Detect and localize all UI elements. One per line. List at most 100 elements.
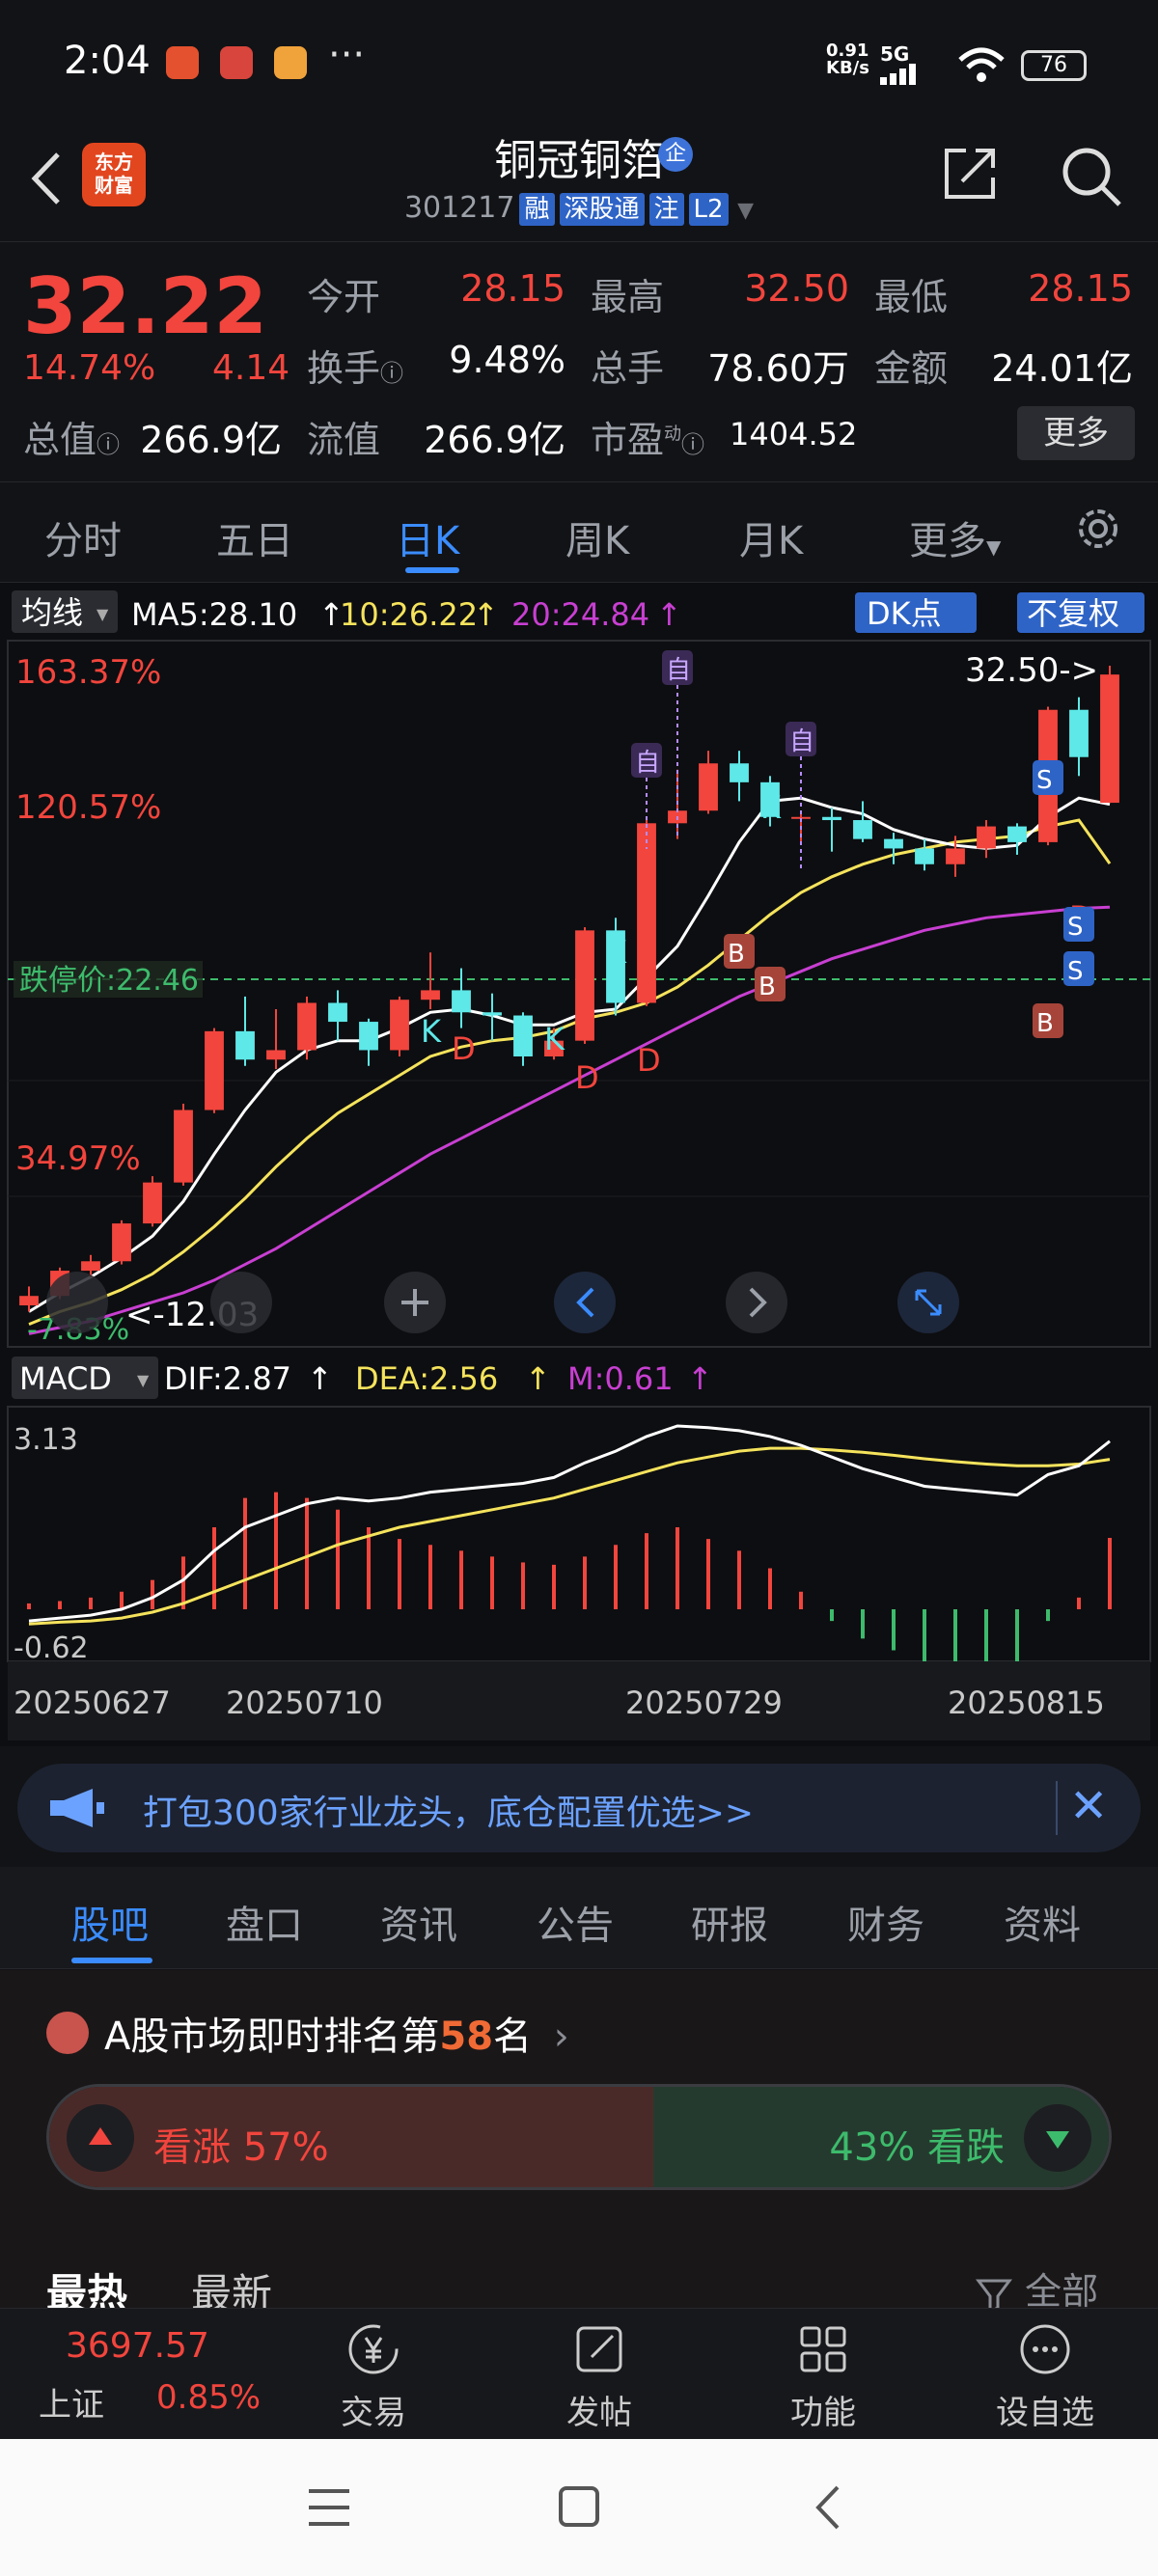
tab-weekly-k[interactable]: 周K xyxy=(565,509,629,565)
signal-buy: B xyxy=(758,973,776,1001)
add-watchlist-button[interactable]: 设自选 xyxy=(973,2318,1117,2433)
market-cap-label: 总值ⓘ xyxy=(23,419,121,461)
candle-body xyxy=(359,1022,378,1051)
ranking-icon xyxy=(46,2012,89,2054)
signal-d: D xyxy=(452,1030,476,1067)
info-icon: ⓘ xyxy=(681,431,705,458)
zoom-out-button[interactable] xyxy=(46,1272,108,1333)
candle-body xyxy=(853,820,872,839)
change-amount: 4.14 xyxy=(212,348,290,388)
candle-body xyxy=(1069,709,1089,757)
tab-profile[interactable]: 资料 xyxy=(1004,1894,1081,1950)
scroll-left-button[interactable] xyxy=(554,1272,616,1333)
triangle-up-icon xyxy=(89,2127,112,2145)
svg-text:↑: ↑ xyxy=(307,1360,333,1397)
candle-body xyxy=(452,990,471,1013)
tab-daily-k[interactable]: 日K xyxy=(396,509,459,565)
candle-body xyxy=(421,990,440,1000)
bull-label: 看涨 57% xyxy=(153,2125,329,2170)
back-icon[interactable] xyxy=(813,2483,841,2532)
trade-button[interactable]: 交易 xyxy=(301,2318,446,2433)
signal-k: K xyxy=(606,934,627,971)
notification-app-icon xyxy=(220,46,253,79)
last-price: 32.22 xyxy=(23,261,268,351)
share-icon[interactable] xyxy=(941,145,999,203)
scroll-right-button[interactable] xyxy=(726,1272,787,1333)
candle-body xyxy=(1007,826,1027,842)
post-button[interactable]: 发帖 xyxy=(527,2318,672,2433)
wifi-icon xyxy=(958,47,1005,82)
tab-monthly-k[interactable]: 月K xyxy=(739,509,803,565)
tab-intraday[interactable]: 分时 xyxy=(44,509,122,565)
chevron-down-icon: ▼ xyxy=(96,605,109,623)
filter-button[interactable]: 全部 xyxy=(975,2261,1098,2315)
index-name[interactable]: 上证 xyxy=(39,2378,104,2425)
k-line-chart[interactable]: 均线 ▼ MA5:28.10 10:26.22 ↑ 20:24.84 ↑ ↑ D… xyxy=(0,583,1158,1746)
signal-sell: S xyxy=(1067,913,1084,942)
vote-bull-button[interactable] xyxy=(67,2104,134,2172)
content-tab-bar: 股吧 盘口 资讯 公告 研报 财务 资料 xyxy=(0,1867,1158,1969)
limit-down-price: 跌停价:22.46 xyxy=(19,964,199,998)
index-change[interactable]: 0.85% xyxy=(156,2378,261,2417)
close-icon[interactable]: ✕ xyxy=(1069,1779,1108,1833)
tab-order-book[interactable]: 盘口 xyxy=(226,1894,303,1950)
axis-pct-2: 120.57% xyxy=(15,788,161,827)
signal-self-select: 自 xyxy=(635,749,660,778)
quote-panel: 32.22 14.74% 4.14 今开 28.15 最高 32.50 最低 2… xyxy=(0,241,1158,482)
date-tick: 20250815 xyxy=(948,1685,1105,1721)
info-icon: ⓘ xyxy=(380,360,404,387)
signal-self-select: 自 xyxy=(666,656,691,685)
market-cap-value: 266.9亿 xyxy=(140,419,282,461)
signal-sell: S xyxy=(1036,766,1053,795)
tag-shenzhen-connect: 深股通 xyxy=(559,193,645,226)
tab-research[interactable]: 研报 xyxy=(691,1894,768,1950)
candle-body xyxy=(112,1223,131,1262)
status-time: 2:04 xyxy=(64,39,151,83)
status-bar: 2:04 ··· 0.91 KB/s 5G 76 xyxy=(0,0,1158,130)
volume-value: 78.60万 xyxy=(707,347,849,390)
home-icon[interactable] xyxy=(558,2485,600,2528)
enterprise-badge: 企 xyxy=(658,137,693,172)
signal-k: K xyxy=(544,1021,565,1057)
more-quote-button[interactable]: 更多 xyxy=(1017,406,1135,460)
triangle-down-icon xyxy=(1046,2131,1069,2149)
functions-button[interactable]: 功能 xyxy=(751,2318,896,2433)
tab-forum[interactable]: 股吧 xyxy=(71,1894,149,1950)
sentiment-bar: 看涨 57% 43% 看跌 xyxy=(46,2084,1112,2190)
zoom-out-button[interactable] xyxy=(210,1272,272,1333)
index-value[interactable]: 3697.57 xyxy=(66,2326,209,2366)
promo-text[interactable]: 打包300家行业龙头，底仓配置优选>> xyxy=(143,1785,754,1835)
tab-financials[interactable]: 财务 xyxy=(847,1894,924,1950)
gear-icon[interactable] xyxy=(1071,502,1125,556)
float-cap-value: 266.9亿 xyxy=(424,419,565,461)
grid-icon xyxy=(800,2326,846,2372)
active-tab-indicator xyxy=(405,567,459,573)
pe-label: 市盈动ⓘ xyxy=(591,419,705,461)
search-icon[interactable] xyxy=(1060,145,1123,208)
high-price-marker: 32.50-> xyxy=(965,651,1098,690)
tab-more-periods[interactable]: 更多▼ xyxy=(909,509,1001,565)
active-tab-indicator xyxy=(71,1958,152,1963)
battery-icon: 76 xyxy=(1021,50,1087,81)
ma5-value: MA5:28.10 xyxy=(131,596,297,633)
candle-body xyxy=(915,848,934,864)
vote-bear-button[interactable] xyxy=(1024,2104,1091,2172)
low-value: 28.15 xyxy=(1028,267,1133,310)
divider xyxy=(1056,1781,1058,1835)
chevron-down-icon[interactable]: ▼ xyxy=(737,199,754,223)
tab-five-day[interactable]: 五日 xyxy=(216,509,293,565)
tab-announcements[interactable]: 公告 xyxy=(537,1894,614,1950)
svg-text:↑: ↑ xyxy=(687,1360,713,1397)
signal-k: K xyxy=(421,1013,442,1050)
ma-selector-label: 均线 xyxy=(21,594,83,631)
candle-body xyxy=(884,838,903,849)
signal-buy: B xyxy=(1036,1009,1054,1038)
promo-banner[interactable]: 打包300家行业龙头，底仓配置优选>> ✕ xyxy=(17,1764,1141,1852)
date-tick: 20250729 xyxy=(625,1685,783,1721)
menu-icon[interactable] xyxy=(307,2487,351,2528)
more-circle-icon xyxy=(1020,2324,1070,2374)
bottom-toolbar: 3697.57 上证 0.85% 交易 发帖 功能 设自选 xyxy=(0,2308,1158,2439)
tab-news[interactable]: 资讯 xyxy=(380,1894,457,1950)
market-ranking[interactable]: A股市场即时排名第58名 › xyxy=(104,2005,569,2061)
rank-number: 58 xyxy=(439,2014,494,2059)
